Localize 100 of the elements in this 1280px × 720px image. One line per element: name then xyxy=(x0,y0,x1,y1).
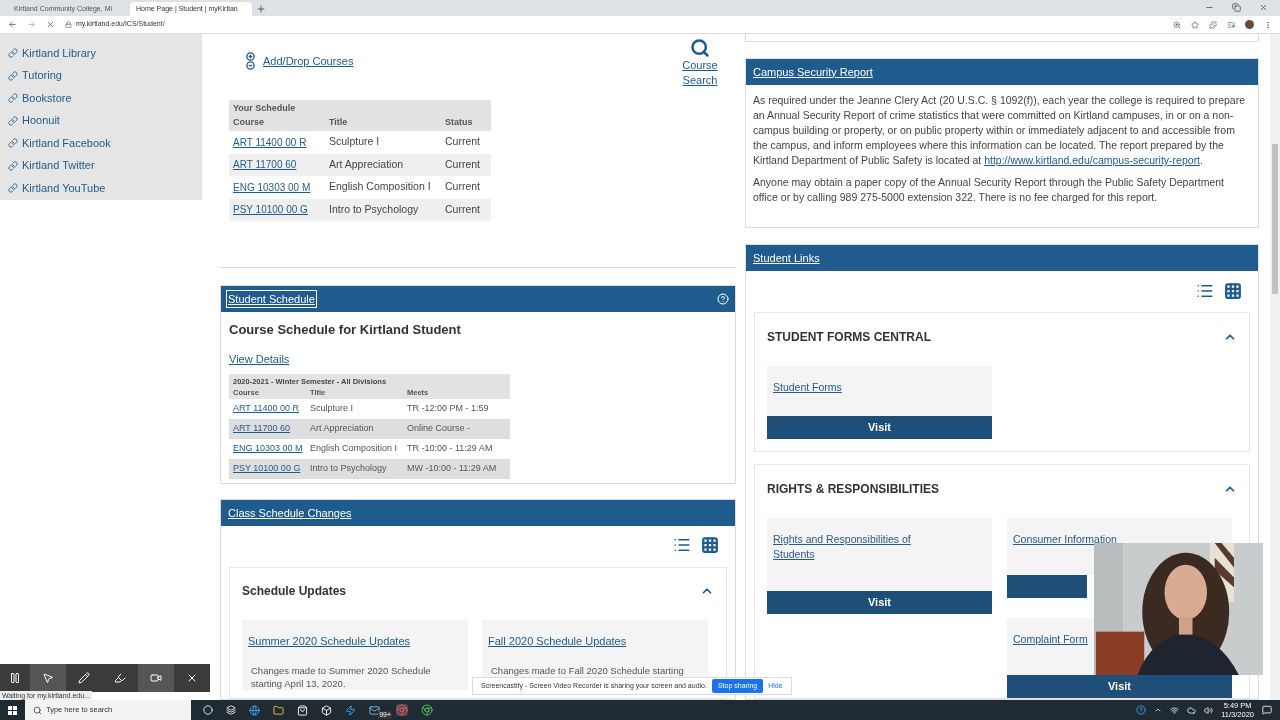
course-link[interactable]: ART 11700 60 xyxy=(233,421,310,436)
menu-icon[interactable] xyxy=(1264,20,1272,29)
cloud-icon[interactable] xyxy=(1187,705,1197,715)
grid-view-icon[interactable] xyxy=(701,536,719,554)
zoom-icon[interactable] xyxy=(1173,20,1181,29)
course-link[interactable]: ART 11700 60 xyxy=(233,157,329,173)
cursor-icon xyxy=(42,672,54,684)
list-view-icon[interactable] xyxy=(673,536,691,554)
restore-icon[interactable] xyxy=(1232,3,1241,12)
link-icon xyxy=(8,183,18,193)
visit-button[interactable]: Visit xyxy=(767,591,992,614)
list-view-icon[interactable] xyxy=(1196,282,1214,300)
update-description: Changes made to Fall 2020 Schedule starting xyxy=(490,664,685,677)
chrome-icon[interactable] xyxy=(396,704,408,716)
tray-caret-icon[interactable] xyxy=(1154,706,1163,714)
profile-avatar[interactable] xyxy=(1245,20,1254,29)
table-cell-text: TR -10:00 - 11:29 AM xyxy=(407,441,494,455)
portlet-title-link[interactable]: Class Schedule Changes xyxy=(227,504,353,522)
grid-view-icon[interactable] xyxy=(1224,282,1242,300)
close-icon xyxy=(186,672,198,684)
course-link[interactable]: PSY 10100 00 G xyxy=(233,461,310,476)
table-cell-text: English Composition I xyxy=(310,441,399,455)
portlet-title-link[interactable]: Student Schedule xyxy=(227,290,316,308)
folder-icon[interactable] xyxy=(273,704,284,716)
update-link[interactable]: Fall 2020 Schedule Updates xyxy=(488,635,627,647)
search-icon[interactable] xyxy=(690,38,710,58)
portlet-heading: Course Schedule for Kirtland Student xyxy=(229,321,462,339)
new-tab-icon[interactable] xyxy=(256,4,266,14)
table-cell-text: TR -12:00 PM - 1:59 xyxy=(407,401,490,415)
portlet-title-link[interactable]: Student Links xyxy=(752,249,821,267)
tile-link[interactable]: Rights and Responsibilities of Students xyxy=(773,532,933,562)
network-icon[interactable] xyxy=(1170,705,1180,715)
link-icon xyxy=(8,48,18,58)
sidebar-link[interactable]: Bookstore xyxy=(22,89,72,107)
browser-icon[interactable] xyxy=(249,704,260,716)
course-link[interactable]: ART 11400 00 R xyxy=(233,134,329,150)
section-title: Schedule Updates xyxy=(242,583,347,600)
windows-logo-icon[interactable] xyxy=(8,705,17,715)
table-cell-text: Art Appreciation xyxy=(310,421,375,435)
pencil-icon xyxy=(78,672,90,684)
update-link[interactable]: Summer 2020 Schedule Updates xyxy=(248,635,411,647)
course-search-link[interactable]: Course Search xyxy=(680,58,720,88)
volume-icon[interactable] xyxy=(1204,705,1214,715)
section-title: STUDENT FORMS CENTRAL xyxy=(767,329,931,346)
table-cell-text: Current xyxy=(445,179,481,195)
table-caption: Your Schedule xyxy=(233,102,297,115)
help-icon[interactable] xyxy=(1136,705,1147,715)
link-icon xyxy=(8,115,18,126)
bookmark-star-icon[interactable] xyxy=(1191,20,1199,29)
notifications-icon[interactable] xyxy=(1262,705,1272,715)
portlet-title-link[interactable]: Campus Security Report xyxy=(752,63,874,81)
add-remove-icon[interactable] xyxy=(246,52,255,70)
column-header: Status xyxy=(445,115,474,129)
course-link[interactable]: PSY 10100 00 G xyxy=(233,202,329,218)
link-icon xyxy=(8,93,18,103)
sidebar-link[interactable]: Tutoring xyxy=(22,67,62,84)
back-icon[interactable] xyxy=(8,20,17,29)
pause-icon xyxy=(9,672,21,684)
sidebar-link[interactable]: Kirtland Twitter xyxy=(22,157,95,174)
tile-link[interactable]: Complaint Form xyxy=(1013,632,1088,647)
dropbox-icon[interactable] xyxy=(321,704,332,716)
tile-link[interactable]: Student Forms xyxy=(773,380,842,395)
course-link[interactable]: ART 11400 00 R xyxy=(233,401,310,416)
security-paragraph: Anyone may obtain a paper copy of the Annual Security Report through the Public Safety Department office or by calling 989 275-5000 extension 322. There is no fee charged for this report. xyxy=(753,175,1226,205)
table-cell-text: Sculpture I xyxy=(310,401,355,415)
search-icon xyxy=(33,705,42,715)
store-icon[interactable] xyxy=(297,704,308,716)
cortana-icon[interactable] xyxy=(203,705,213,715)
visit-button[interactable]: Visit xyxy=(767,416,992,439)
link-icon xyxy=(8,138,18,148)
table-cell-text: Current xyxy=(445,134,481,150)
visit-button[interactable]: Visit xyxy=(1007,675,1232,698)
camera-button[interactable] xyxy=(138,664,174,692)
sidebar-link[interactable]: Kirtland YouTube xyxy=(22,179,106,197)
chrome-icon[interactable] xyxy=(421,704,433,716)
sidebar-link[interactable]: Kirtland Library xyxy=(22,44,96,62)
view-details-link[interactable]: View Details xyxy=(229,350,290,367)
table-cell-text: MW -10:00 - 11:29 AM xyxy=(407,461,498,475)
sidebar-link[interactable]: Kirtland Facebook xyxy=(22,134,111,152)
media-icon[interactable] xyxy=(1227,20,1235,29)
task-view-icon[interactable] xyxy=(226,705,236,715)
tile-link[interactable]: Consumer Information xyxy=(1013,532,1117,547)
close-icon[interactable] xyxy=(1259,3,1268,12)
stop-loading-icon[interactable] xyxy=(46,20,55,29)
link-icon xyxy=(8,70,18,81)
table-cell-text: English Composition I xyxy=(329,179,432,195)
add-drop-link[interactable]: Add/Drop Courses xyxy=(263,52,354,70)
bolt-icon[interactable] xyxy=(345,704,356,716)
mail-icon[interactable] xyxy=(369,704,380,716)
table-cell-text: Sculpture I xyxy=(329,134,381,150)
sidebar-link[interactable]: Hoonuit xyxy=(22,112,60,129)
pointer-button[interactable] xyxy=(30,664,66,692)
course-link[interactable]: ENG 10303 00 M xyxy=(233,441,310,456)
course-link[interactable]: ENG 10303 00 M xyxy=(233,179,329,195)
link-icon xyxy=(8,160,18,171)
table-cell-text: Current xyxy=(445,201,481,217)
column-header: Title xyxy=(329,115,349,129)
lock-icon xyxy=(65,21,72,28)
highlighter-icon xyxy=(114,672,126,684)
extensions-icon[interactable] xyxy=(1209,20,1217,29)
